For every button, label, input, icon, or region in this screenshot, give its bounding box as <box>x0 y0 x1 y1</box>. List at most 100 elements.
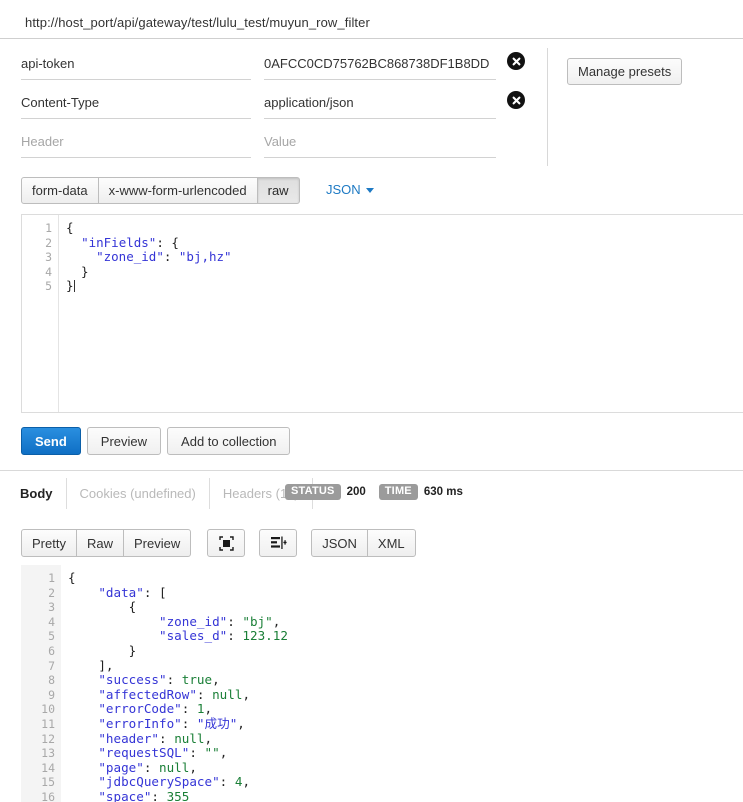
header-row: api-token 0AFCC0CD75762BC868738DF1B8DD <box>0 48 547 85</box>
close-circle-icon[interactable] <box>507 52 525 70</box>
line-number: 3 <box>45 250 52 265</box>
body-type-tab-form-data[interactable]: form-data <box>21 177 99 204</box>
code-token: "success" <box>98 672 167 688</box>
body-type-tabs: form-data x-www-form-urlencoded raw JSON <box>21 177 374 204</box>
response-line-numbers: 1234567891011121314151617 <box>21 565 61 802</box>
body-type-tab-x-www-form-urlencoded[interactable]: x-www-form-urlencoded <box>97 177 258 204</box>
header-value-input[interactable]: application/json <box>264 87 496 119</box>
code-token: , <box>189 759 197 775</box>
close-circle-icon[interactable] <box>507 91 525 109</box>
code-token: "affectedRow" <box>98 686 197 702</box>
manage-presets-button[interactable]: Manage presets <box>567 58 683 85</box>
response-formats: JSON XML <box>311 529 416 557</box>
view-mode-button-raw[interactable]: Raw <box>75 529 124 557</box>
badge-value: 630 ms <box>423 486 463 498</box>
code-token: : { <box>156 234 179 250</box>
code-token: "jdbcQuerySpace" <box>98 774 220 790</box>
wrap-lines-icon-button[interactable] <box>259 529 298 557</box>
add-to-collection-button[interactable]: Add to collection <box>167 427 291 455</box>
response-tab-cookies-undefined-[interactable]: Cookies (undefined) <box>67 478 210 509</box>
header-value-input[interactable]: 0AFCC0CD75762BC868738DF1B8DD <box>264 48 496 80</box>
body-type-tab-raw[interactable]: raw <box>256 177 300 204</box>
code-token: "errorInfo" <box>98 715 182 731</box>
line-number: 4 <box>45 264 52 279</box>
request-body-code[interactable]: { "inFields": { "zone_id": "bj,hz" }} <box>66 215 743 412</box>
code-line: } <box>68 642 743 659</box>
code-line: "inFields": { <box>66 234 743 251</box>
code-line: "header": null, <box>68 730 743 747</box>
response-meta-bar: Body Cookies (undefined) Headers (17) STAT… <box>0 471 743 516</box>
code-token: 123.12 <box>242 628 288 644</box>
text-cursor <box>73 280 75 293</box>
code-token: null <box>212 686 243 702</box>
url-bar[interactable]: http://host_port/api/gateway/test/lulu_t… <box>0 8 743 39</box>
line-number: 15 <box>41 775 55 790</box>
line-number: 14 <box>41 760 55 775</box>
code-token: : <box>159 730 175 746</box>
headers-table: api-token 0AFCC0CD75762BC868738DF1B8DD Con… <box>0 48 547 166</box>
status-badge: STATUS 200 <box>285 484 372 500</box>
code-line: { <box>68 599 743 615</box>
code-token: null <box>174 730 205 746</box>
code-token: "bj,hz" <box>178 249 232 265</box>
response-tabs: Body Cookies (undefined) Headers (17) <box>7 478 313 509</box>
response-body-code: { "data": [ { "zone_id": "bj", "sales_d"… <box>68 565 743 802</box>
format-button-json[interactable]: JSON <box>311 529 368 557</box>
code-line: "errorInfo": "成功", <box>68 715 743 732</box>
code-token: "requestSQL" <box>98 745 190 761</box>
preview-button[interactable]: Preview <box>86 427 162 455</box>
fullscreen-icon-button[interactable] <box>207 529 246 557</box>
code-token: : <box>163 249 179 265</box>
panel-divider <box>547 48 548 166</box>
url-input[interactable]: http://host_port/api/gateway/test/lulu_t… <box>25 15 370 30</box>
format-button-xml[interactable]: XML <box>366 529 416 557</box>
raw-format-label: JSON <box>326 182 361 197</box>
wrap-lines-icon <box>270 536 287 550</box>
header-key-input[interactable]: Header <box>21 126 251 158</box>
raw-format-dropdown[interactable]: JSON <box>326 182 374 197</box>
code-token: , <box>204 701 213 717</box>
code-token: } <box>66 278 74 294</box>
header-row: Content-Type application/json <box>0 87 547 124</box>
code-token: "space" <box>98 788 152 802</box>
response-body-viewer[interactable]: 1234567891011121314151617 { "data": [ { … <box>21 565 743 802</box>
rest-client-app: http://host_port/api/gateway/test/lulu_t… <box>0 0 743 802</box>
code-token: : <box>181 701 197 717</box>
request-body-editor[interactable]: 12345 { "inFields": { "zone_id": "bj,hz"… <box>21 214 743 413</box>
code-line: "success": true, <box>68 672 743 688</box>
send-button[interactable]: Send <box>21 427 81 455</box>
view-mode-button-preview[interactable]: Preview <box>122 529 192 557</box>
view-mode-button-pretty[interactable]: Pretty <box>21 529 77 557</box>
response-stats: STATUS 200 TIME 630 ms <box>285 484 469 500</box>
status-badge: TIME 630 ms <box>378 484 469 500</box>
code-token: : <box>166 672 182 688</box>
code-line: "requestSQL": "", <box>68 745 743 761</box>
line-number: 9 <box>48 687 55 702</box>
badge-value: 200 <box>346 486 366 498</box>
code-token: : <box>196 686 213 702</box>
code-token: "zone_id" <box>159 613 228 629</box>
code-token: } <box>68 642 137 658</box>
line-number: 5 <box>48 629 55 644</box>
code-line: "jdbcQuerySpace": 4, <box>68 775 743 790</box>
header-key-input[interactable]: Content-Type <box>21 87 251 119</box>
code-token: : <box>151 788 167 802</box>
header-value-input[interactable]: Value <box>264 126 496 158</box>
line-number: 1 <box>48 571 55 585</box>
code-line: "page": null, <box>68 759 743 776</box>
code-line: "errorCode": 1, <box>68 702 743 717</box>
header-key-input[interactable]: api-token <box>21 48 251 80</box>
code-line: } <box>66 264 743 280</box>
code-line: { <box>66 220 743 236</box>
code-token: { <box>68 570 76 585</box>
code-token: "inFields" <box>81 234 157 250</box>
response-tab-body[interactable]: Body <box>7 478 67 509</box>
